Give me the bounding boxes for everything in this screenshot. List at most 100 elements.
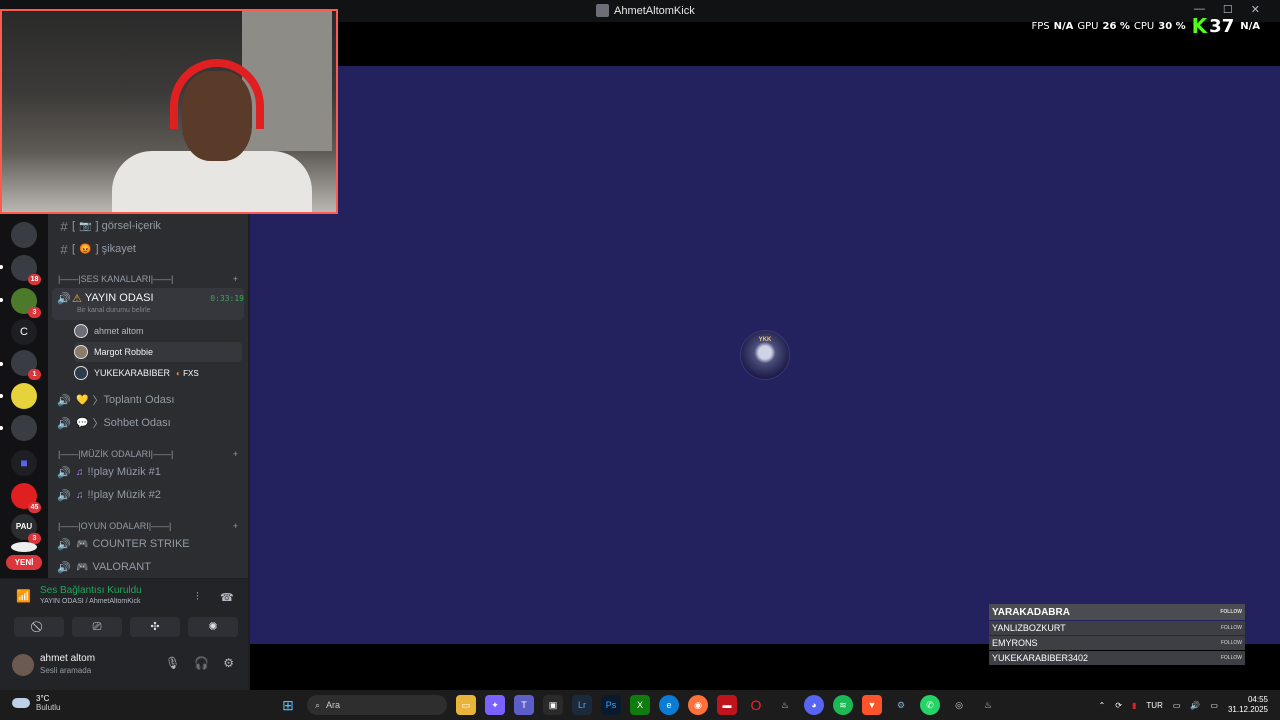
unread-pip xyxy=(0,426,3,430)
user-name[interactable]: ahmet altom xyxy=(40,653,95,664)
photoshop-icon[interactable]: Ps xyxy=(601,695,621,715)
server-icon[interactable] xyxy=(11,222,37,248)
camera-toggle-button[interactable]: ⃠ xyxy=(14,617,64,637)
voice-timer: 0:33:19 xyxy=(210,293,244,303)
steam-icon[interactable]: ♨ xyxy=(775,695,795,715)
lightroom-icon[interactable]: Lr xyxy=(572,695,592,715)
file-explorer-icon[interactable]: ▭ xyxy=(456,695,476,715)
gear-icon[interactable]: ⚙ xyxy=(223,656,234,670)
speaker-icon: 🔊 xyxy=(57,292,71,305)
voice-user[interactable]: YUKEKARABIBER ◐ FXS xyxy=(74,363,242,383)
category-header[interactable]: |——|MÜZİK ODALARI|——| + xyxy=(58,449,238,459)
screen-share-button[interactable]: ⎚ xyxy=(72,617,122,637)
disconnect-icon[interactable]: ☎ xyxy=(220,591,234,604)
voice-channel[interactable]: 🔊 💛 〉 Toplantı Odası xyxy=(56,390,244,410)
category-name: |——|MÜZİK ODALARI|——| xyxy=(58,449,174,459)
teams-icon[interactable]: T xyxy=(514,695,534,715)
steam-icon[interactable]: ♨ xyxy=(978,695,998,715)
xbox-icon[interactable]: X xyxy=(630,695,650,715)
soundboard-button[interactable]: ✺ xyxy=(188,617,238,637)
cpu-value: 30 % xyxy=(1158,20,1186,32)
app-icon[interactable]: ▣ xyxy=(543,695,563,715)
voice-channel[interactable]: 🔊 🎮 COUNTER STRIKE xyxy=(56,534,244,554)
folder-icon[interactable]: ■ xyxy=(11,450,37,476)
text-channel[interactable]: # [ 📷 ] görsel-içerik xyxy=(56,216,244,236)
app-icon[interactable]: ▬ xyxy=(717,695,737,715)
follow-row: EMYRONS FOLLOW xyxy=(989,636,1245,650)
hash-icon: # xyxy=(60,241,68,257)
clock[interactable]: 04:55 31.12.2025 xyxy=(1228,695,1268,715)
weather-widget[interactable]: 3°C Bulutlu xyxy=(12,694,60,712)
server-icon[interactable]: 1 xyxy=(11,350,41,380)
firefox-icon[interactable]: ◉ xyxy=(688,695,708,715)
noise-suppression-icon[interactable]: ⫶ xyxy=(196,591,199,604)
voice-user-name: ahmet altom xyxy=(94,326,144,336)
voice-user[interactable]: ahmet altom xyxy=(74,321,242,341)
voice-stage: YKK xyxy=(250,66,1280,644)
server-icon[interactable]: 45 xyxy=(11,483,41,513)
voice-channel[interactable]: 🔊 💬 〉 Sohbet Odası xyxy=(56,413,244,433)
category-header[interactable]: |——|SES KANALLARI|——| + xyxy=(58,274,238,284)
start-icon[interactable]: ⊞ xyxy=(278,695,298,715)
kick-logo-icon: K xyxy=(1191,14,1208,38)
category-header[interactable]: |——|OYUN ODALARI|——| + xyxy=(58,521,238,531)
sync-icon[interactable]: ⟳ xyxy=(1115,701,1122,710)
server-avatar[interactable]: YKK xyxy=(740,330,790,380)
voice-user[interactable]: Margot Robbie xyxy=(74,342,242,362)
add-channel-icon[interactable]: + xyxy=(233,449,238,459)
server-icon[interactable] xyxy=(11,542,37,552)
user-status: Sesli aramada xyxy=(40,666,92,675)
server-icon[interactable] xyxy=(11,415,37,441)
spotify-icon[interactable]: ≋ xyxy=(833,695,853,715)
channel-name: görsel-içerik xyxy=(101,220,161,232)
avatar xyxy=(74,345,88,359)
channel-name: Sohbet Odası xyxy=(103,417,171,429)
search-box[interactable]: ⌕ Ara xyxy=(307,695,447,715)
network-icon[interactable]: ▭ xyxy=(1173,701,1181,710)
app-icon xyxy=(596,4,609,17)
channel-status[interactable]: Bir kanal durumu belirle xyxy=(77,307,151,314)
server-icon[interactable]: 18 xyxy=(11,255,41,285)
language-indicator[interactable]: TUR xyxy=(1146,701,1162,710)
discord-icon[interactable]: ◕ xyxy=(804,695,824,715)
server-icon-c[interactable]: C xyxy=(11,319,37,345)
battery-icon[interactable]: ▭ xyxy=(1210,701,1218,710)
activities-button[interactable]: ✣ xyxy=(130,617,180,637)
app-icon[interactable]: ⚙ xyxy=(891,695,911,715)
search-placeholder: Ara xyxy=(326,700,341,710)
copilot-icon[interactable]: ✦ xyxy=(485,695,505,715)
user-avatar[interactable] xyxy=(12,654,34,676)
user-tag-text: FXS xyxy=(183,368,199,378)
voice-channel-active[interactable]: 🔊 ⚠ YAYIN ODASI 0:33:19 xyxy=(56,288,244,308)
category-name: |——|OYUN ODALARI|——| xyxy=(58,521,172,531)
obs-icon[interactable]: ◎ xyxy=(949,695,969,715)
channel-name: VALORANT xyxy=(92,561,151,573)
add-channel-icon[interactable]: + xyxy=(233,274,238,284)
follow-row: YANLIZBOZKURT FOLLOW xyxy=(989,621,1245,635)
headphones-icon[interactable]: 🎧 xyxy=(194,656,209,670)
channel-emoji: 😡 xyxy=(79,243,92,255)
brave-icon[interactable]: ▼ xyxy=(862,695,882,715)
add-channel-icon[interactable]: + xyxy=(233,521,238,531)
fps-label: FPS xyxy=(1031,20,1050,32)
new-badge[interactable]: YENİ xyxy=(6,555,42,570)
server-icon[interactable]: 3 xyxy=(11,288,41,318)
server-icon[interactable] xyxy=(11,383,37,409)
connection-status[interactable]: Ses Bağlantısı Kuruldu xyxy=(40,585,142,596)
voice-channel[interactable]: 🔊 🎮 VALORANT xyxy=(56,557,244,577)
channel-name: Toplantı Odası xyxy=(103,394,175,406)
voice-channel[interactable]: 🔊 ♫ !!play Müzik #2 xyxy=(56,485,244,505)
speaker-icon: 🔊 xyxy=(57,489,71,502)
voice-channel[interactable]: 🔊 ♫ !!play Müzik #1 xyxy=(56,462,244,482)
chevron-up-icon[interactable]: ⌃ xyxy=(1099,701,1106,710)
text-channel[interactable]: # [ 😡 ] şikayet xyxy=(56,239,244,259)
server-icon-pau[interactable]: PAU 3 xyxy=(11,514,41,544)
signal-icon[interactable]: 📶 xyxy=(16,589,31,603)
mic-muted-icon[interactable]: ▮ xyxy=(1132,701,1136,710)
volume-icon[interactable]: 🔊 xyxy=(1190,701,1200,710)
microphone-icon[interactable]: 🎙 xyxy=(165,656,180,670)
separator: 〉 xyxy=(92,395,104,407)
whatsapp-icon[interactable]: ✆ xyxy=(920,695,940,715)
edge-icon[interactable]: e xyxy=(659,695,679,715)
opera-icon[interactable]: O xyxy=(746,695,766,715)
